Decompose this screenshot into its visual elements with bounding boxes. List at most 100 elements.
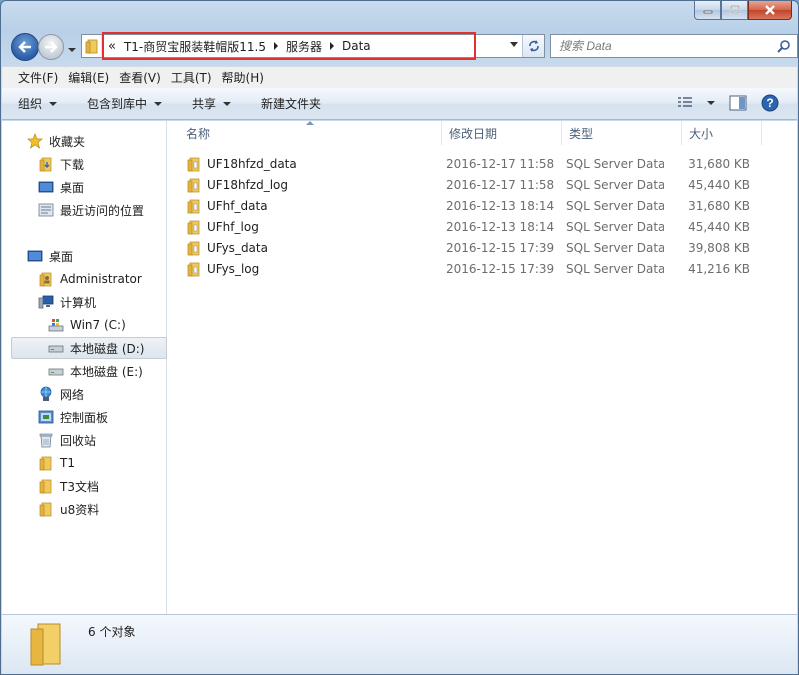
- nav-item-favorites[interactable]: 收藏夹: [27, 130, 166, 152]
- nav-item-label: 计算机: [60, 295, 97, 310]
- column-header-size[interactable]: 大小: [682, 121, 762, 145]
- nav-item-label: 桌面: [60, 180, 85, 195]
- menu-view[interactable]: 查看(V): [114, 69, 166, 86]
- nav-item-administrator[interactable]: Administrator: [38, 268, 166, 290]
- menu-edit[interactable]: 编辑(E): [63, 69, 114, 86]
- menu-bar: 文件(F) 编辑(E) 查看(V) 工具(T) 帮助(H): [2, 66, 797, 88]
- nav-item-drive-e[interactable]: 本地磁盘 (E:): [48, 360, 166, 382]
- address-history-dropdown[interactable]: [510, 42, 518, 47]
- breadcrumb-segment[interactable]: Data: [338, 39, 375, 53]
- minimize-button[interactable]: [694, 1, 721, 20]
- file-type: SQL Server Data...: [566, 198, 664, 213]
- nav-item-label: 收藏夹: [49, 134, 86, 149]
- organize-button[interactable]: 组织: [18, 95, 58, 112]
- desktop-icon: [38, 179, 54, 195]
- nav-item-label: 本地磁盘 (D:): [70, 341, 145, 356]
- nav-item-desktop-favorite[interactable]: 桌面: [38, 176, 166, 198]
- file-date: 2016-12-13 18:14: [446, 198, 555, 213]
- file-row[interactable]: UFys_data 2016-12-15 17:39 SQL Server Da…: [168, 237, 768, 258]
- include-library-label: 包含到库中: [87, 97, 148, 111]
- nav-item-recycle-bin[interactable]: 回收站: [38, 429, 166, 451]
- breadcrumb-segment[interactable]: 服务器: [282, 38, 326, 55]
- nav-item-label: 网络: [60, 387, 85, 402]
- caption-buttons: [694, 1, 792, 20]
- new-folder-label: 新建文件夹: [261, 97, 322, 111]
- chevron-down-icon[interactable]: [707, 100, 715, 106]
- column-header-name[interactable]: 名称: [168, 121, 442, 145]
- breadcrumb-arrow-icon[interactable]: [330, 42, 334, 50]
- file-date: 2016-12-17 11:58: [446, 177, 555, 192]
- recent-pages-dropdown[interactable]: [67, 42, 77, 56]
- maximize-button[interactable]: [721, 1, 748, 20]
- desktop-icon: [27, 248, 43, 264]
- nav-item-control-panel[interactable]: 控制面板: [38, 406, 166, 428]
- menu-help[interactable]: 帮助(H): [217, 69, 269, 86]
- file-date: 2016-12-15 17:39: [446, 261, 555, 276]
- refresh-button[interactable]: [522, 35, 544, 57]
- breadcrumb-overflow[interactable]: «: [108, 39, 120, 54]
- search-box: [550, 34, 798, 58]
- maximize-icon: [729, 5, 740, 14]
- file-name: UFhf_data: [207, 198, 268, 213]
- folder-icon: [38, 455, 54, 471]
- folder-icon: [82, 35, 102, 57]
- file-date: 2016-12-17 11:58: [446, 156, 555, 171]
- close-icon: [765, 5, 775, 15]
- address-bar[interactable]: « T1-商贸宝服装鞋帽版11.5 服务器 Data: [81, 32, 545, 60]
- preview-pane-icon[interactable]: [729, 95, 747, 111]
- recent-places-icon: [38, 202, 54, 218]
- share-button[interactable]: 共享: [192, 95, 232, 112]
- nav-item-label: 回收站: [60, 433, 97, 448]
- nav-item-drive-c[interactable]: Win7 (C:): [48, 314, 166, 336]
- nav-item-computer[interactable]: 计算机: [38, 291, 166, 313]
- menu-tools[interactable]: 工具(T): [166, 69, 217, 86]
- nav-item-label: T3文档: [60, 479, 99, 494]
- nav-item-recent-places[interactable]: 最近访问的位置: [38, 199, 166, 221]
- column-header-date[interactable]: 修改日期: [442, 121, 562, 145]
- breadcrumb-arrow-icon[interactable]: [273, 42, 278, 50]
- nav-item-label: Administrator: [60, 272, 142, 286]
- breadcrumb: « T1-商贸宝服装鞋帽版11.5 服务器 Data: [102, 32, 476, 60]
- include-library-button[interactable]: 包含到库中: [87, 95, 163, 112]
- help-icon[interactable]: ?: [761, 94, 779, 112]
- nav-item-t1[interactable]: T1: [38, 452, 166, 474]
- search-icon[interactable]: [777, 39, 791, 53]
- search-input[interactable]: [559, 36, 769, 56]
- main-area: 收藏夹 下载 桌面 最近访问的位置 桌面 Administrator 计算机 W…: [2, 121, 797, 614]
- folder-icon: [30, 623, 61, 666]
- explorer-window: « T1-商贸宝服装鞋帽版11.5 服务器 Data 文件(F) 编辑(E) 查…: [0, 0, 799, 675]
- file-size: 45,440 KB: [688, 177, 750, 192]
- arrow-right-icon: [45, 41, 58, 53]
- file-type: SQL Server Data...: [566, 156, 664, 171]
- file-list-pane: 名称 修改日期 类型 大小 UF18hfzd_data 2016-12-17 1…: [168, 121, 797, 614]
- file-size: 31,680 KB: [688, 156, 750, 171]
- file-row[interactable]: UF18hfzd_data 2016-12-17 11:58 SQL Serve…: [168, 153, 768, 174]
- nav-item-network[interactable]: 网络: [38, 383, 166, 405]
- forward-button[interactable]: [38, 34, 64, 60]
- column-header-type[interactable]: 类型: [562, 121, 682, 145]
- nav-item-desktop[interactable]: 桌面: [27, 245, 166, 267]
- file-row[interactable]: UFhf_log 2016-12-13 18:14 SQL Server Dat…: [168, 216, 768, 237]
- database-file-icon: [187, 241, 200, 255]
- file-name: UFys_log: [207, 261, 260, 276]
- file-size: 39,808 KB: [688, 240, 750, 255]
- nav-item-downloads[interactable]: 下载: [38, 153, 166, 175]
- file-row[interactable]: UFhf_data 2016-12-13 18:14 SQL Server Da…: [168, 195, 768, 216]
- nav-item-label: Win7 (C:): [70, 318, 126, 332]
- file-size: 31,680 KB: [688, 198, 750, 213]
- breadcrumb-segment[interactable]: T1-商贸宝服装鞋帽版11.5: [120, 38, 270, 55]
- nav-item-u8-data[interactable]: u8资料: [38, 498, 166, 520]
- view-options-icon[interactable]: [677, 96, 693, 110]
- new-folder-button[interactable]: 新建文件夹: [261, 95, 321, 112]
- nav-item-label: 桌面: [49, 249, 74, 264]
- nav-item-t3-docs[interactable]: T3文档: [38, 475, 166, 497]
- file-type: SQL Server Data...: [566, 219, 664, 234]
- file-row[interactable]: UF18hfzd_log 2016-12-17 11:58 SQL Server…: [168, 174, 768, 195]
- file-size: 41,216 KB: [688, 261, 750, 276]
- back-button[interactable]: [11, 33, 39, 61]
- menu-file[interactable]: 文件(F): [13, 69, 63, 86]
- control-panel-icon: [38, 409, 54, 425]
- close-button[interactable]: [748, 1, 792, 20]
- file-row[interactable]: UFys_log 2016-12-15 17:39 SQL Server Dat…: [168, 258, 768, 279]
- nav-item-drive-d[interactable]: 本地磁盘 (D:): [11, 337, 167, 359]
